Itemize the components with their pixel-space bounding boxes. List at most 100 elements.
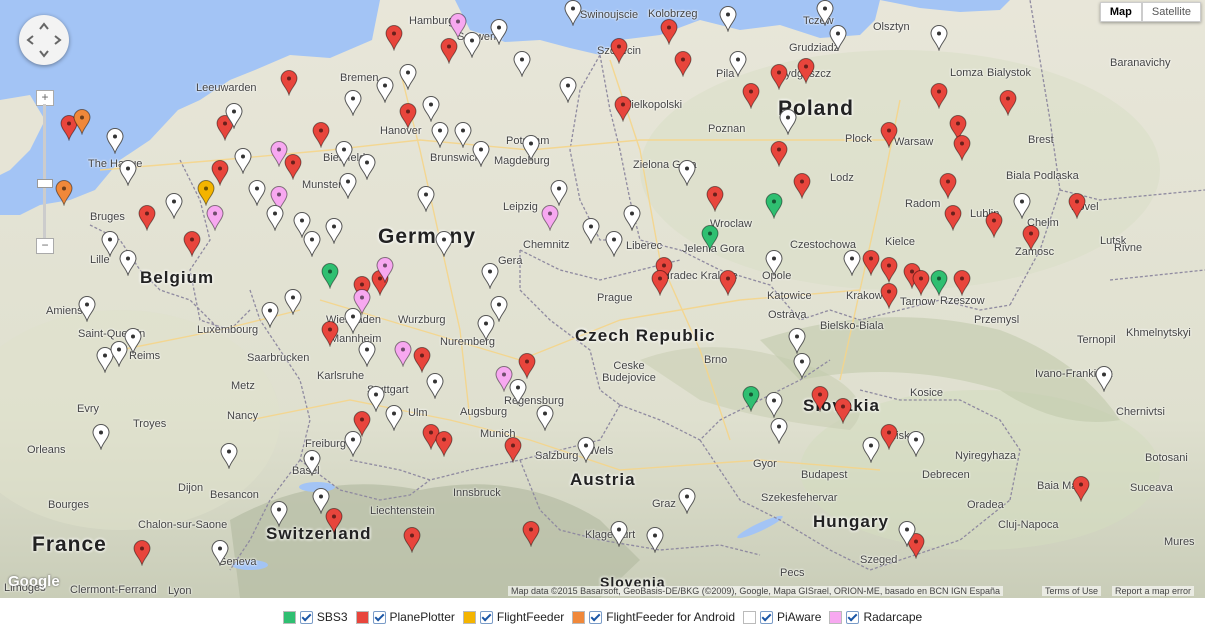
receiver-marker-planeplotter[interactable] (985, 211, 1003, 239)
receiver-marker-planeplotter[interactable] (880, 257, 898, 284)
receiver-marker-piaware[interactable] (303, 231, 321, 259)
receiver-marker-planeplotter[interactable] (610, 38, 628, 66)
receiver-marker-planeplotter[interactable] (183, 231, 201, 259)
map-canvas[interactable]: Poland Germany Belgium Czech Republic Sl… (0, 0, 1205, 598)
map-type-map-button[interactable]: Map (1099, 2, 1142, 22)
receiver-marker-planeplotter[interactable] (435, 430, 453, 458)
receiver-marker-sbs3[interactable] (742, 385, 760, 413)
receiver-marker-piaware[interactable] (119, 250, 137, 278)
receiver-marker-piaware[interactable] (376, 76, 394, 104)
receiver-marker-planeplotter[interactable] (1068, 192, 1086, 220)
receiver-marker-piaware[interactable] (358, 154, 376, 181)
receiver-marker-piaware[interactable] (550, 179, 568, 207)
receiver-marker-planeplotter[interactable] (880, 424, 898, 451)
receiver-marker-sbs3[interactable] (321, 263, 339, 291)
receiver-marker-radarcape[interactable] (270, 141, 288, 168)
receiver-marker-piaware[interactable] (564, 0, 582, 27)
pan-control[interactable] (19, 15, 69, 65)
receiver-marker-piaware[interactable] (779, 109, 797, 136)
receiver-marker-planeplotter[interactable] (403, 527, 421, 554)
legend-checkbox[interactable] (760, 610, 773, 624)
receiver-marker-planeplotter[interactable] (944, 205, 962, 233)
receiver-marker-flightfeeder-android[interactable] (55, 179, 73, 207)
receiver-marker-piaware[interactable] (829, 25, 847, 53)
receiver-marker-piaware[interactable] (513, 51, 531, 78)
receiver-marker-piaware[interactable] (477, 314, 495, 342)
receiver-marker-piaware[interactable] (843, 250, 861, 278)
zoom-slider-thumb[interactable] (37, 179, 53, 188)
receiver-marker-planeplotter[interactable] (770, 64, 788, 91)
receiver-marker-piaware[interactable] (481, 263, 499, 291)
legend-checkbox[interactable] (479, 610, 493, 624)
receiver-marker-planeplotter[interactable] (674, 51, 692, 78)
receiver-marker-piaware[interactable] (729, 51, 747, 78)
receiver-marker-piaware[interactable] (431, 121, 449, 149)
receiver-marker-piaware[interactable] (92, 424, 110, 451)
receiver-marker-piaware[interactable] (422, 96, 440, 123)
zoom-out-button[interactable]: − (36, 238, 54, 254)
legend-checkbox[interactable] (372, 610, 386, 624)
receiver-marker-piaware[interactable] (248, 179, 266, 207)
receiver-marker-piaware[interactable] (78, 295, 96, 323)
receiver-marker-planeplotter[interactable] (1072, 475, 1090, 503)
receiver-marker-piaware[interactable] (234, 147, 252, 175)
receiver-marker-radarcape[interactable] (541, 205, 559, 233)
receiver-marker-planeplotter[interactable] (834, 398, 852, 426)
receiver-marker-planeplotter[interactable] (651, 269, 669, 297)
receiver-marker-planeplotter[interactable] (999, 89, 1017, 117)
receiver-marker-planeplotter[interactable] (953, 134, 971, 162)
receiver-marker-piaware[interactable] (678, 488, 696, 516)
receiver-marker-piaware[interactable] (862, 437, 880, 464)
receiver-marker-piaware[interactable] (605, 231, 623, 259)
receiver-marker-piaware[interactable] (339, 173, 357, 201)
report-error-link[interactable]: Report a map error (1112, 586, 1195, 596)
receiver-marker-piaware[interactable] (344, 89, 362, 117)
receiver-marker-piaware[interactable] (678, 160, 696, 188)
receiver-marker-piaware[interactable] (907, 430, 925, 458)
receiver-marker-piaware[interactable] (106, 128, 124, 156)
receiver-marker-radarcape[interactable] (394, 340, 412, 368)
receiver-marker-planeplotter[interactable] (953, 269, 971, 297)
receiver-marker-piaware[interactable] (522, 134, 540, 162)
receiver-marker-planeplotter[interactable] (280, 70, 298, 98)
receiver-marker-planeplotter[interactable] (719, 269, 737, 297)
legend-checkbox[interactable] (846, 610, 860, 624)
receiver-marker-flightfeeder-android[interactable] (73, 109, 91, 136)
receiver-marker-planeplotter[interactable] (1022, 224, 1040, 252)
receiver-marker-planeplotter[interactable] (522, 520, 540, 548)
legend-checkbox[interactable] (589, 610, 603, 624)
receiver-marker-planeplotter[interactable] (138, 205, 156, 233)
receiver-marker-sbs3[interactable] (701, 224, 719, 252)
receiver-marker-piaware[interactable] (417, 186, 435, 214)
receiver-marker-planeplotter[interactable] (862, 250, 880, 278)
receiver-marker-piaware[interactable] (119, 160, 137, 188)
receiver-marker-piaware[interactable] (793, 353, 811, 381)
receiver-marker-planeplotter[interactable] (930, 83, 948, 111)
receiver-marker-piaware[interactable] (303, 449, 321, 477)
receiver-marker-planeplotter[interactable] (321, 321, 339, 349)
receiver-marker-piaware[interactable] (623, 205, 641, 233)
receiver-marker-planeplotter[interactable] (399, 102, 417, 130)
receiver-marker-piaware[interactable] (559, 76, 577, 104)
receiver-marker-planeplotter[interactable] (660, 19, 678, 46)
receiver-marker-piaware[interactable] (646, 527, 664, 554)
receiver-marker-piaware[interactable] (325, 218, 343, 246)
receiver-marker-planeplotter[interactable] (614, 96, 632, 123)
receiver-marker-piaware[interactable] (610, 520, 628, 548)
receiver-marker-piaware[interactable] (426, 372, 444, 400)
receiver-marker-piaware[interactable] (435, 231, 453, 259)
receiver-marker-piaware[interactable] (124, 327, 142, 355)
receiver-marker-piaware[interactable] (225, 102, 243, 130)
receiver-marker-planeplotter[interactable] (413, 347, 431, 374)
receiver-marker-piaware[interactable] (367, 385, 385, 413)
receiver-marker-planeplotter[interactable] (811, 385, 829, 413)
receiver-marker-piaware[interactable] (765, 392, 783, 419)
receiver-marker-planeplotter[interactable] (312, 121, 330, 149)
receiver-marker-piaware[interactable] (765, 250, 783, 278)
receiver-marker-piaware[interactable] (211, 539, 229, 567)
receiver-marker-piaware[interactable] (1095, 366, 1113, 394)
receiver-marker-planeplotter[interactable] (770, 141, 788, 168)
receiver-marker-piaware[interactable] (101, 231, 119, 259)
receiver-marker-planeplotter[interactable] (797, 57, 815, 85)
legend-checkbox[interactable] (299, 610, 313, 624)
